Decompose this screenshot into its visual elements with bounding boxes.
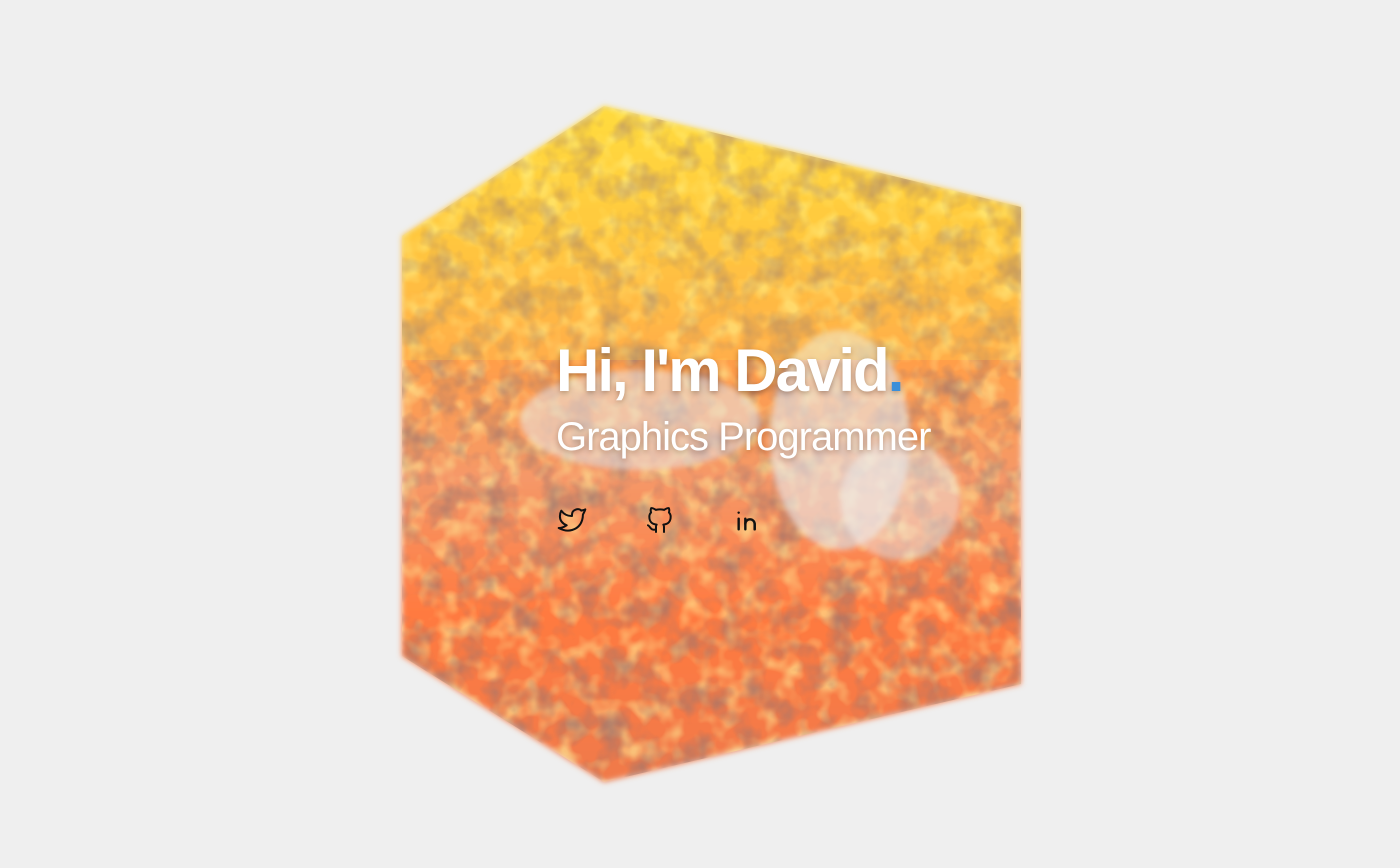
hero-subtitle: Graphics Programmer: [556, 415, 931, 459]
linkedin-link[interactable]: [732, 504, 764, 536]
social-links: [556, 504, 820, 536]
linkedin-icon: [737, 511, 756, 531]
hero-title: Hi, I'm David.: [556, 336, 976, 406]
hero-title-text: Hi, I'm David: [556, 337, 890, 404]
github-icon: [647, 507, 672, 533]
hero-title-dot: .: [887, 337, 905, 404]
twitter-link[interactable]: [556, 504, 588, 536]
hero: Hi, I'm David. Graphics Programmer: [556, 336, 976, 462]
twitter-icon: [557, 508, 587, 532]
page: Hi, I'm David. Graphics Programmer: [0, 0, 1400, 868]
github-link[interactable]: [644, 504, 676, 536]
